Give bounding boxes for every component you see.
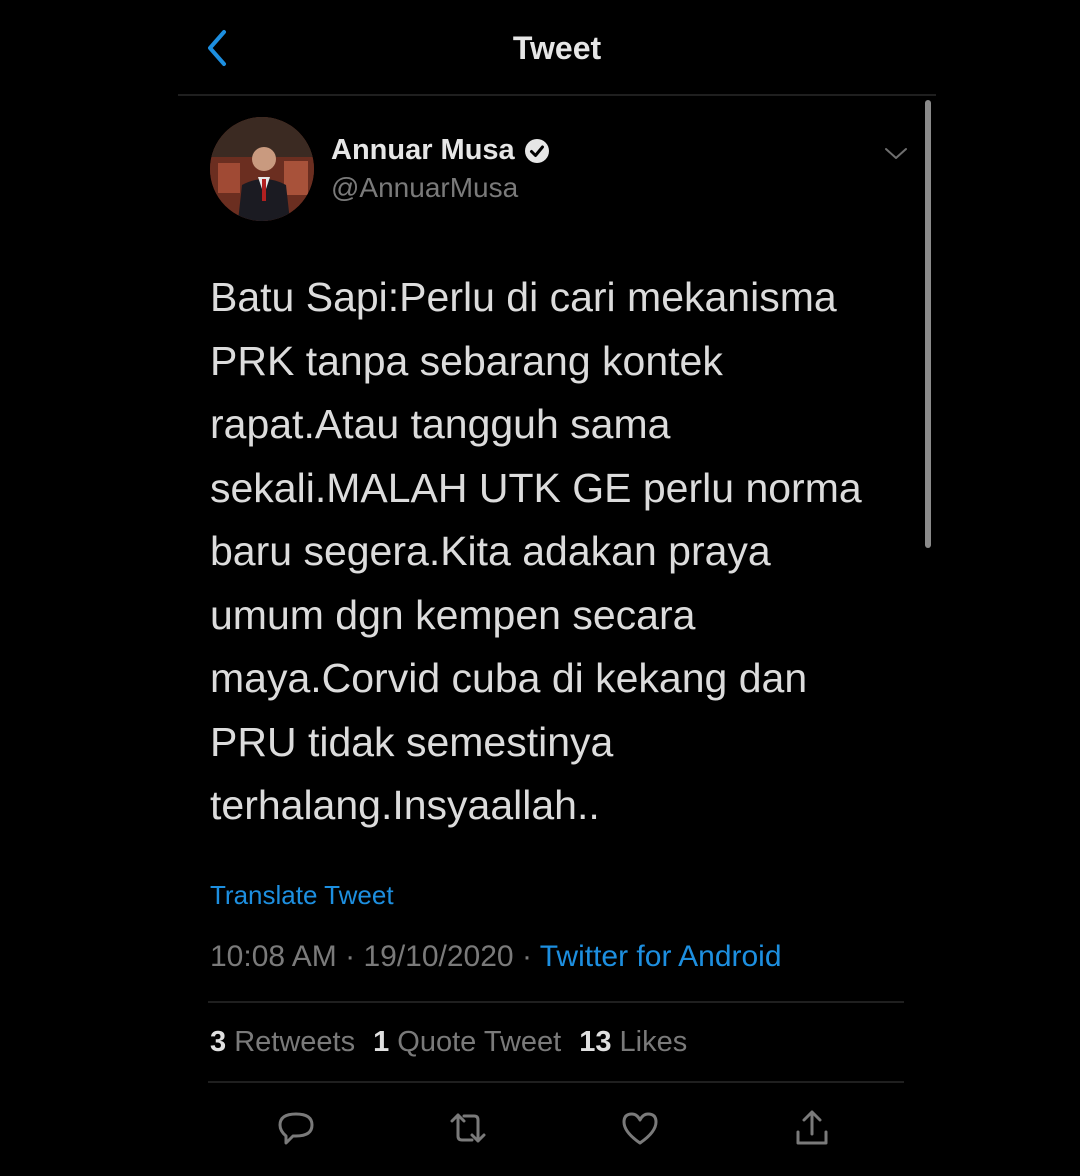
retweets-count: 3 [210, 1026, 227, 1058]
like-icon [622, 1112, 658, 1145]
reply-icon [278, 1112, 314, 1145]
tweet-date: 19/10/2020 [363, 940, 514, 973]
avatar[interactable] [210, 117, 314, 221]
verified-badge-icon [524, 138, 549, 163]
meta-separator: · [521, 940, 532, 973]
tweet-time: 10:08 AM [210, 940, 337, 973]
quote-tweets-count: 1 [373, 1026, 390, 1058]
page-title: Tweet [512, 30, 602, 66]
divider [208, 1001, 904, 1003]
engagement-stats: 3 Retweets 1 Quote Tweet 13 Likes [210, 1026, 687, 1059]
reply-button[interactable] [274, 1106, 318, 1150]
like-button[interactable] [618, 1106, 662, 1150]
divider [208, 1081, 904, 1083]
likes-stat[interactable]: 13 Likes [579, 1026, 687, 1059]
tweet-metadata: 10:08 AM · 19/10/2020 · Twitter for Andr… [210, 940, 782, 974]
more-options-button[interactable] [882, 142, 910, 166]
top-bar: Tweet [178, 0, 936, 96]
retweet-button[interactable] [446, 1106, 490, 1150]
quote-tweets-label: Quote Tweet [397, 1026, 562, 1058]
translate-tweet-link[interactable]: Translate Tweet [210, 880, 394, 911]
chevron-down-icon [885, 148, 907, 159]
profile-photo [210, 117, 314, 221]
scrollbar[interactable] [925, 100, 931, 548]
share-icon [796, 1110, 828, 1145]
retweets-label: Retweets [234, 1026, 356, 1058]
author-name-row: Annuar Musa [331, 134, 551, 167]
tweet-source-link[interactable]: Twitter for Android [540, 940, 782, 973]
likes-label: Likes [619, 1026, 688, 1058]
meta-separator: · [345, 940, 356, 973]
action-bar [0, 1106, 1080, 1150]
retweets-stat[interactable]: 3 Retweets [210, 1026, 355, 1059]
quote-tweets-stat[interactable]: 1 Quote Tweet [373, 1026, 561, 1059]
retweet-icon [450, 1113, 486, 1143]
author-handle[interactable]: @AnnuarMusa [331, 172, 518, 204]
tweet-text: Batu Sapi:Perlu di cari mekanisma PRK ta… [210, 274, 862, 828]
likes-count: 13 [579, 1026, 612, 1058]
author-name[interactable]: Annuar Musa [331, 134, 515, 167]
share-button[interactable] [790, 1106, 834, 1150]
